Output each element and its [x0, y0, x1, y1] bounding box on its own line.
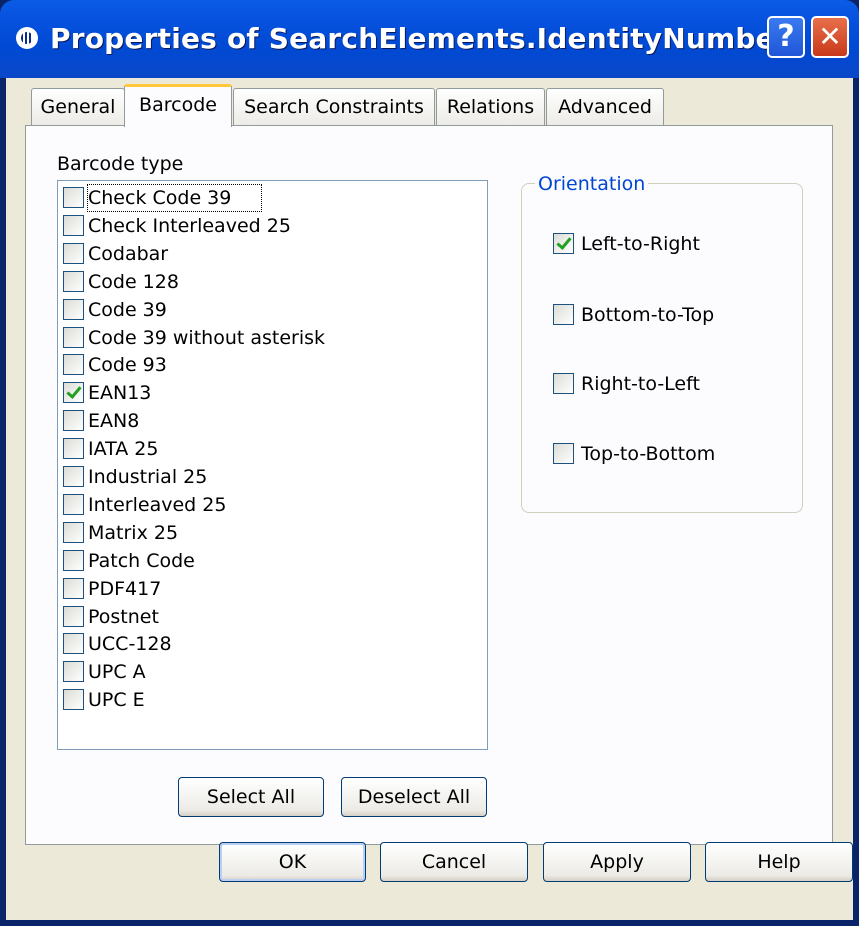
orientation-label: Bottom-to-Top: [581, 304, 715, 326]
tab-search-constraints[interactable]: Search Constraints: [233, 88, 435, 126]
barcode-type-label: UCC-128: [88, 633, 172, 656]
orientation-label: Top-to-Bottom: [581, 443, 716, 465]
tab-barcode[interactable]: Barcode: [124, 84, 232, 127]
orientation-label: Right-to-Left: [581, 373, 700, 395]
barcode-type-label: Postnet: [88, 605, 159, 628]
barcode-type-label: Codabar: [88, 242, 169, 265]
barcode-type-checkbox[interactable]: [63, 326, 84, 348]
barcode-type-checkbox[interactable]: [63, 382, 84, 404]
barcode-type-label: UPC A: [88, 661, 146, 684]
barcode-type-checkbox[interactable]: [63, 187, 84, 208]
barcode-type-label: IATA 25: [88, 438, 159, 461]
tab-advanced[interactable]: Advanced: [546, 88, 664, 126]
orientation-checkbox[interactable]: [553, 233, 574, 254]
orientation-group-title: Orientation: [535, 173, 649, 195]
barcode-type-checkbox[interactable]: [63, 466, 84, 487]
barcode-type-checkbox[interactable]: [63, 549, 84, 571]
barcode-type-checkbox[interactable]: [63, 493, 84, 515]
barcode-type-label: Code 39: [88, 298, 167, 321]
tab-relations[interactable]: Relations: [436, 88, 545, 126]
barcode-type-label: EAN8: [88, 410, 140, 433]
barcode-type-checkbox[interactable]: [63, 298, 84, 320]
barcode-type-checkbox[interactable]: [63, 410, 84, 432]
barcode-type-checkbox[interactable]: [63, 214, 84, 236]
orientation-checkbox[interactable]: [553, 373, 574, 394]
barcode-type-checkbox[interactable]: [63, 438, 84, 460]
select-all-button[interactable]: Select All: [178, 777, 324, 817]
barcode-type-label: Code 128: [88, 270, 179, 293]
app-icon: [16, 27, 38, 49]
barcode-type-label: Interleaved 25: [88, 493, 227, 516]
barcode-type-checkbox[interactable]: [63, 633, 84, 655]
barcode-type-checkbox[interactable]: [63, 354, 84, 376]
tab-general[interactable]: General: [31, 88, 125, 126]
barcode-type-label: UPC E: [88, 689, 145, 712]
orientation-checkbox[interactable]: [553, 304, 574, 325]
barcode-type-checkbox[interactable]: [63, 242, 84, 264]
barcode-type-checkbox[interactable]: [63, 521, 84, 543]
title-bar[interactable]: Properties of SearchElements.IdentityNum…: [0, 0, 859, 78]
barcode-type-label: Code 39 without asterisk: [88, 326, 326, 349]
cancel-button[interactable]: Cancel: [380, 842, 528, 882]
barcode-type-checkbox[interactable]: [63, 661, 84, 683]
barcode-type-checkbox[interactable]: [63, 605, 84, 627]
barcode-type-label: Barcode type: [57, 153, 184, 175]
help-title-button[interactable]: ?: [767, 16, 805, 58]
barcode-type-label: PDF417: [88, 577, 162, 600]
barcode-type-label: Industrial 25: [88, 466, 208, 488]
barcode-type-checkbox[interactable]: [63, 689, 84, 711]
window-title: Properties of SearchElements.IdentityNum…: [50, 22, 789, 55]
orientation-label: Left-to-Right: [581, 233, 700, 255]
barcode-type-label: Code 93: [88, 354, 167, 377]
deselect-all-button[interactable]: Deselect All: [341, 777, 487, 817]
barcode-type-label: Patch Code: [88, 549, 195, 572]
barcode-type-label: Check Code 39: [86, 184, 263, 212]
barcode-type-label: Check Interleaved 25: [88, 214, 291, 237]
barcode-type-list[interactable]: Check Code 39 Check Interleaved 25 Codabar…: [57, 180, 488, 750]
barcode-type-checkbox[interactable]: [63, 577, 84, 599]
dialog-window: Properties of SearchElements.IdentityNum…: [0, 0, 859, 926]
barcode-type-checkbox[interactable]: [63, 270, 84, 292]
barcode-type-label: Matrix 25: [88, 521, 179, 544]
help-button[interactable]: Help: [705, 842, 853, 882]
barcode-type-label: EAN13: [88, 382, 152, 405]
apply-button[interactable]: Apply: [543, 842, 691, 882]
close-title-button[interactable]: ✕: [811, 16, 849, 58]
ok-button[interactable]: OK: [219, 842, 366, 882]
orientation-checkbox[interactable]: [553, 443, 574, 464]
